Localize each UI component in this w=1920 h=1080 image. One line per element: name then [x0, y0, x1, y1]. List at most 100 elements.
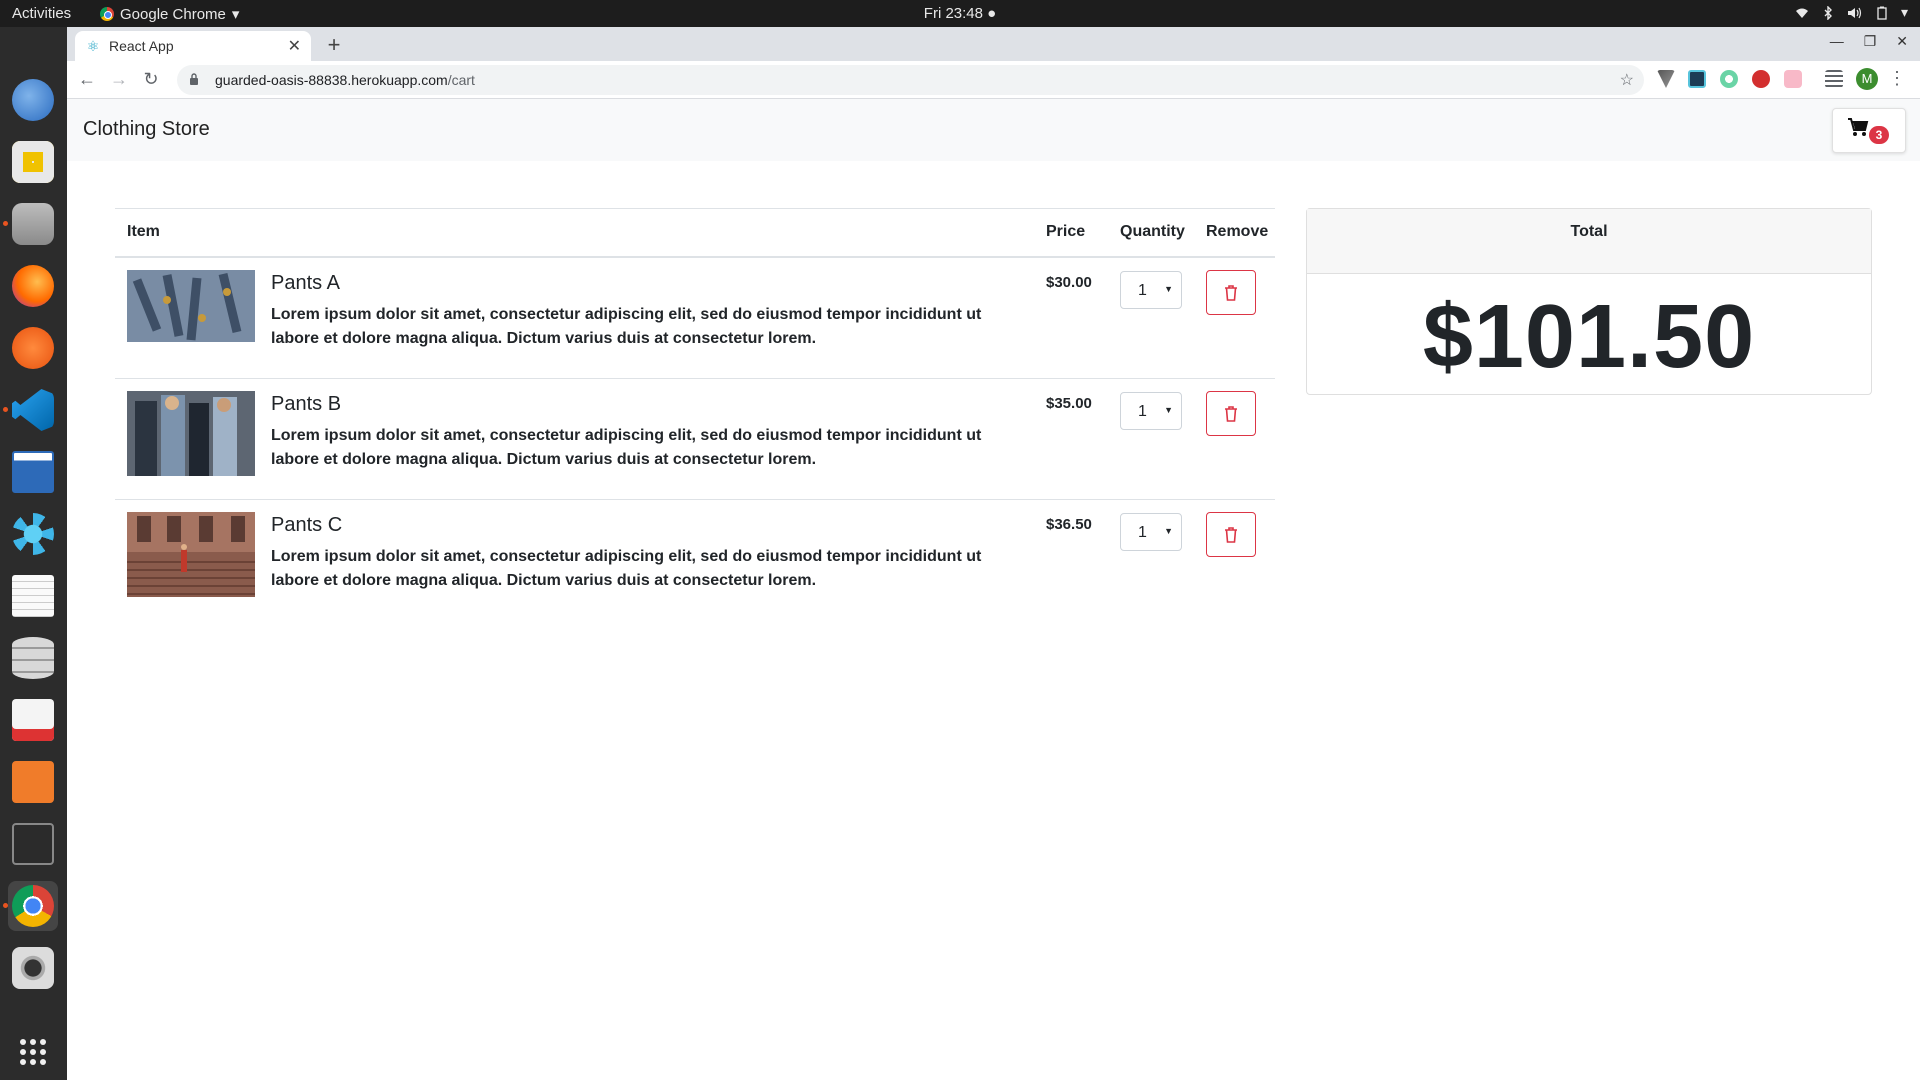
pencil-icon: [12, 327, 54, 369]
browser-toolbar: ← → ↻ guarded-oasis-88838.herokuapp.com /…: [67, 61, 1920, 99]
remove-button[interactable]: [1206, 391, 1256, 436]
forward-arrow-icon[interactable]: →: [109, 69, 129, 89]
header-quantity: Quantity: [1120, 223, 1185, 240]
dock-writer[interactable]: [8, 447, 58, 497]
remove-button[interactable]: [1206, 512, 1256, 557]
dock-software[interactable]: [8, 757, 58, 807]
splash-icon: [12, 513, 54, 555]
header-remove: Remove: [1206, 223, 1269, 240]
dock-splash[interactable]: [8, 509, 58, 559]
clock[interactable]: Fri 23:48 ●: [0, 5, 1920, 22]
menu-kebab-icon[interactable]: ⋮: [1888, 68, 1906, 89]
header-item: Item: [127, 223, 160, 240]
dock-terminal[interactable]: [8, 819, 58, 869]
dock-files[interactable]: [3, 199, 58, 249]
chevron-down-icon: ▼: [1164, 405, 1173, 415]
terminal-icon: [12, 823, 54, 865]
vue-devtools-icon[interactable]: [1657, 70, 1675, 88]
product-image: [127, 512, 255, 602]
product-image: [127, 391, 255, 481]
chevron-down-icon: ▼: [1164, 284, 1173, 294]
url-path: /cart: [447, 72, 475, 88]
table-row: Pants C Lorem ipsum dolor sit amet, cons…: [115, 500, 1275, 621]
address-bar[interactable]: guarded-oasis-88838.herokuapp.com/cart ☆: [177, 65, 1644, 95]
tab-react-app[interactable]: ⚛ React App ✕: [75, 31, 311, 61]
close-tab-icon[interactable]: ✕: [288, 36, 301, 56]
product-price: $35.00: [1046, 395, 1092, 412]
table-row: Pants B Lorem ipsum dolor sit amet, cons…: [115, 379, 1275, 500]
dock-chrome[interactable]: [3, 881, 58, 931]
close-window-icon[interactable]: ✕: [1896, 33, 1908, 50]
dock-rhythmbox[interactable]: [8, 137, 58, 187]
show-apps-button[interactable]: [8, 1027, 58, 1077]
product-price: $30.00: [1046, 274, 1092, 291]
extension-red-icon[interactable]: [1752, 70, 1770, 88]
cart-table: Item Price Quantity Remove Pants A Lorem…: [115, 208, 1275, 621]
chrome-icon: [12, 885, 54, 927]
dock-pencil[interactable]: [8, 323, 58, 373]
clock-text: Fri 23:48: [923, 5, 983, 22]
system-tray[interactable]: ▾: [1795, 4, 1908, 21]
notepad-icon: [12, 575, 54, 617]
total-label: Total: [1307, 209, 1871, 274]
quantity-value: 1: [1138, 282, 1147, 299]
speaker-icon: [12, 141, 54, 183]
total-amount: $101.50: [1422, 287, 1756, 387]
reload-icon[interactable]: ↻: [141, 69, 161, 89]
extension-avatar-icon[interactable]: [1784, 70, 1802, 88]
wifi-icon: [1795, 8, 1808, 18]
product-name[interactable]: Pants C: [271, 514, 342, 537]
url-host: guarded-oasis-88838.herokuapp.com: [215, 72, 448, 88]
brand-title[interactable]: Clothing Store: [83, 118, 210, 141]
product-description: Lorem ipsum dolor sit amet, consectetur …: [271, 548, 982, 589]
tab-title: React App: [109, 38, 174, 54]
cart-count-badge: 3: [1869, 126, 1889, 144]
quantity-value: 1: [1138, 403, 1147, 420]
shopping-cart-icon: [1848, 118, 1869, 136]
camera-icon: [12, 947, 54, 989]
site-navbar: Clothing Store 3: [67, 99, 1920, 161]
app-grid-icon: [20, 1039, 46, 1065]
restore-icon[interactable]: ❐: [1864, 33, 1877, 50]
new-tab-button[interactable]: +: [322, 32, 346, 58]
window-controls: — ❐ ✕: [1830, 33, 1908, 50]
product-name[interactable]: Pants B: [271, 393, 341, 416]
page-viewport: Clothing Store 3 Item Price Quantity Rem…: [67, 99, 1920, 1080]
extension-green-icon[interactable]: [1720, 70, 1738, 88]
bookmark-star-icon[interactable]: ☆: [1620, 70, 1634, 90]
dock-database[interactable]: [8, 633, 58, 683]
minimize-icon[interactable]: —: [1830, 33, 1844, 50]
quantity-value: 1: [1138, 524, 1147, 541]
cart-button[interactable]: 3: [1832, 108, 1906, 153]
running-indicator: [3, 407, 8, 412]
dock-text-editor[interactable]: [8, 571, 58, 621]
profile-avatar[interactable]: M: [1856, 68, 1878, 90]
trash-icon: [1225, 405, 1237, 422]
system-top-bar: Activities Google Chrome ▾ Fri 23:48 ● ▾: [0, 0, 1920, 27]
dock-vscode[interactable]: [3, 385, 58, 435]
dock-firefox[interactable]: [8, 261, 58, 311]
media-controls-icon[interactable]: [1825, 70, 1843, 88]
quantity-select[interactable]: 1 ▼: [1120, 271, 1182, 309]
vscode-icon: [12, 389, 54, 431]
remove-button[interactable]: [1206, 270, 1256, 315]
shopping-bag-icon: [12, 761, 54, 803]
volume-icon: [1847, 7, 1862, 18]
mail-icon: [12, 79, 54, 121]
quantity-select[interactable]: 1 ▼: [1120, 513, 1182, 551]
lock-icon: [189, 72, 201, 88]
product-description: Lorem ipsum dolor sit amet, consectetur …: [271, 306, 982, 347]
firefox-icon: [12, 265, 54, 307]
battery-icon: [1877, 6, 1887, 20]
dock-camera[interactable]: [8, 943, 58, 993]
quantity-select[interactable]: 1 ▼: [1120, 392, 1182, 430]
notification-dot-icon: ●: [987, 5, 997, 22]
back-arrow-icon[interactable]: ←: [77, 69, 97, 89]
react-icon: ⚛: [86, 38, 100, 54]
dock-thunderbird[interactable]: [8, 75, 58, 125]
running-indicator: [3, 221, 8, 226]
dock-evince[interactable]: [8, 695, 58, 745]
table-header: Item Price Quantity Remove: [115, 208, 1275, 258]
react-devtools-icon[interactable]: [1688, 70, 1706, 88]
product-name[interactable]: Pants A: [271, 272, 340, 295]
